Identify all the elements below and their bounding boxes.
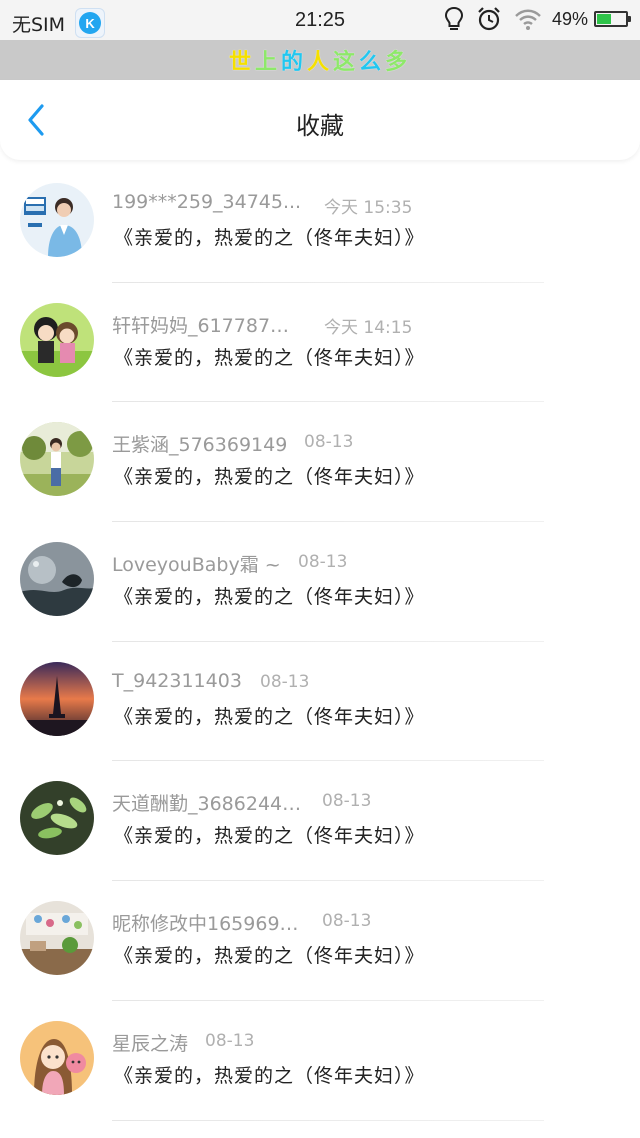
item-title: 《亲爱的，热爱的之（佟年夫妇）》 (114, 227, 425, 249)
battery-percent: 49% (551, 8, 588, 29)
item-time: 08-13 (298, 552, 348, 573)
item-time: 08-13 (322, 791, 372, 812)
item-time: 08-13 (304, 432, 354, 453)
banner-char: 的 (280, 50, 307, 75)
avatar[interactable] (20, 422, 94, 497)
item-username: T_942311403 (112, 669, 242, 692)
avatar[interactable] (20, 1020, 94, 1095)
list-item[interactable]: T_942311403 08-13 《亲爱的，热爱的之（佟年夫妇）》 (0, 642, 640, 762)
page-title: 收藏 (296, 112, 344, 140)
marquee-banner: 世上的人这么多 (0, 40, 640, 80)
item-title: 《亲爱的，热爱的之（佟年夫妇）》 (114, 466, 425, 489)
favorites-list: 199***259_34745... 今天 15:35 《亲爱的，热爱的之（佟年… (0, 163, 640, 1121)
item-time: 今天 14:15 (324, 317, 413, 338)
avatar[interactable] (20, 781, 94, 856)
item-title: 《亲爱的，热爱的之（佟年夫妇）》 (114, 705, 425, 728)
item-time: 今天 15:35 (324, 198, 413, 218)
item-username: 天道酬勤_3686244… (112, 793, 302, 816)
list-item[interactable]: 星辰之涛 08-13 《亲爱的，热爱的之（佟年夫妇）》 (0, 1001, 640, 1121)
item-title: 《亲爱的，热爱的之（佟年夫妇）》 (114, 1064, 425, 1087)
list-item[interactable]: 天道酬勤_3686244… 08-13 《亲爱的，热爱的之（佟年夫妇）》 (0, 761, 640, 882)
banner-char: 上 (254, 50, 281, 75)
item-title: 《亲爱的，热爱的之（佟年夫妇）》 (114, 945, 425, 968)
avatar[interactable] (20, 661, 94, 736)
status-right: 49% (432, 6, 631, 32)
item-username: 昵称修改中165969… (112, 913, 299, 936)
battery-icon (594, 11, 631, 27)
banner-char: 么 (359, 50, 386, 75)
lightbulb-icon (444, 6, 463, 30)
item-time: 08-13 (322, 911, 372, 932)
nav-header: 收藏 (0, 80, 640, 160)
divider (112, 1119, 544, 1121)
item-time: 08-13 (260, 671, 310, 692)
alarm-clock-icon (478, 7, 500, 31)
wifi-icon (515, 9, 541, 30)
banner-text: 世上的人这么多 (229, 44, 411, 76)
avatar[interactable] (20, 302, 94, 377)
status-bar: 无SIM K 21:25 49% (0, 0, 640, 40)
avatar[interactable] (20, 183, 94, 257)
item-title: 《亲爱的，热爱的之（佟年夫妇）》 (114, 586, 425, 609)
item-username: 王紫涵_576369149 (112, 434, 288, 457)
list-item[interactable]: 王紫涵_576369149 08-13 《亲爱的，热爱的之（佟年夫妇）》 (0, 402, 640, 523)
avatar[interactable] (20, 901, 94, 976)
item-title: 《亲爱的，热爱的之（佟年夫妇）》 (114, 825, 425, 848)
banner-char: 多 (385, 50, 412, 75)
item-username: LoveyouBaby霜 ~ (112, 554, 281, 577)
list-item[interactable]: 轩轩妈妈_617787… 今天 14:15 《亲爱的，热爱的之（佟年夫妇）》 (0, 283, 640, 403)
banner-char: 世 (228, 50, 255, 75)
list-item[interactable]: LoveyouBaby霜 ~ 08-13 《亲爱的，热爱的之（佟年夫妇）》 (0, 522, 640, 642)
item-username: 199***259_34745... (112, 191, 302, 213)
banner-char: 人 (306, 50, 333, 75)
battery-level (597, 14, 611, 24)
banner-char: 这 (333, 50, 360, 75)
item-time: 08-13 (205, 1030, 255, 1051)
avatar[interactable] (20, 542, 94, 617)
list-item[interactable]: 199***259_34745... 今天 15:35 《亲爱的，热爱的之（佟年… (0, 163, 640, 283)
item-username: 轩轩妈妈_617787… (112, 314, 290, 337)
list-item[interactable]: 昵称修改中165969… 08-13 《亲爱的，热爱的之（佟年夫妇）》 (0, 881, 640, 1001)
item-title: 《亲爱的，热爱的之（佟年夫妇）》 (114, 346, 425, 369)
item-username: 星辰之涛 (112, 1032, 189, 1055)
